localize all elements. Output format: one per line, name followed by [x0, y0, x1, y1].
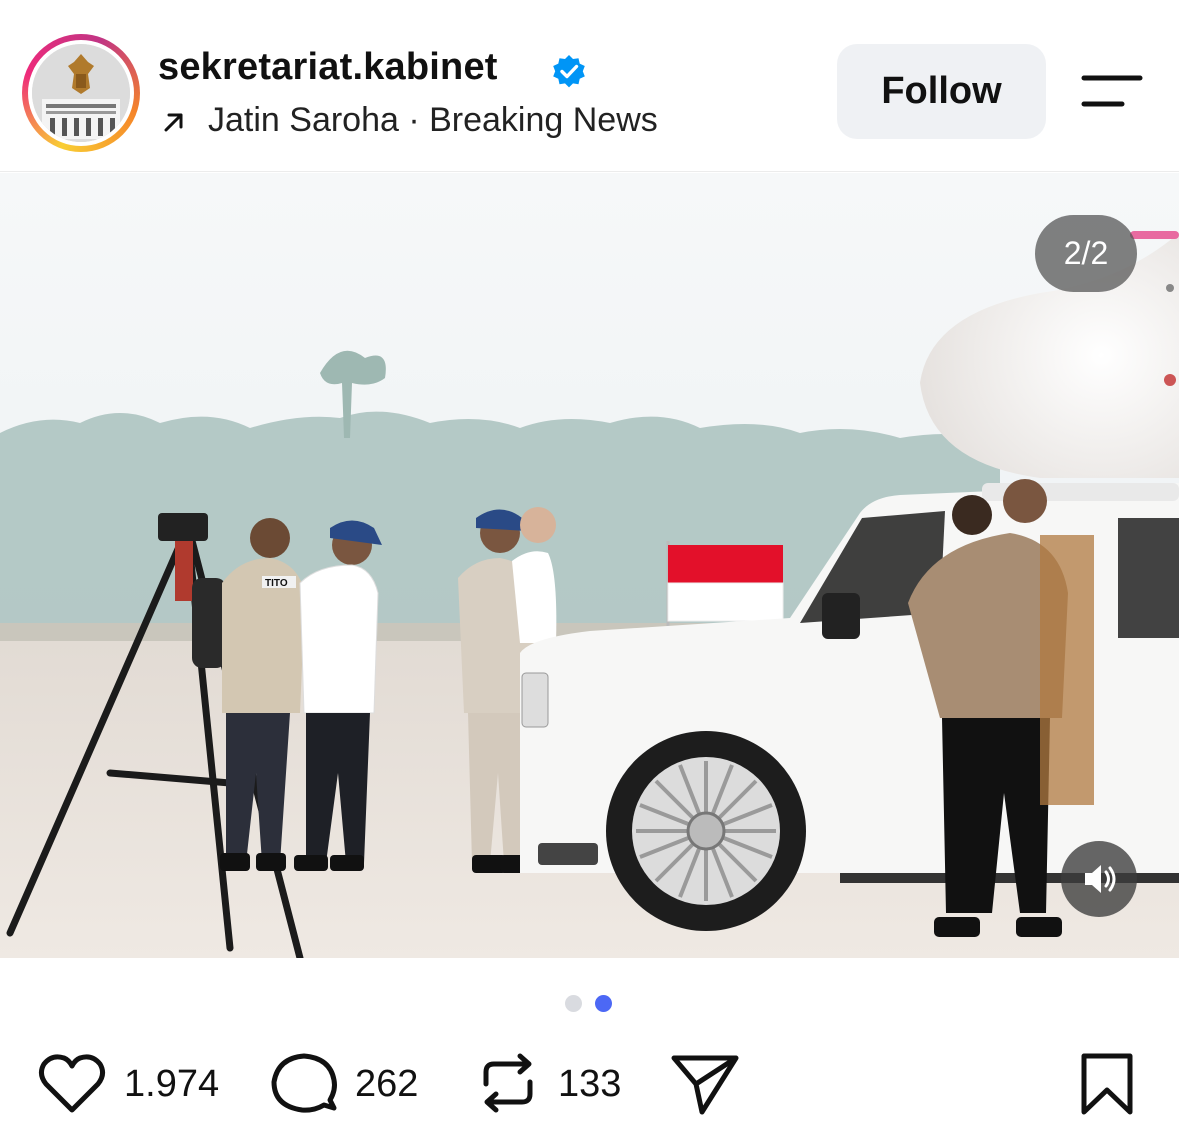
menu-icon[interactable]: [1080, 72, 1144, 112]
repost-icon[interactable]: [472, 1050, 544, 1116]
svg-text:TITO: TITO: [265, 578, 288, 589]
heart-icon[interactable]: [36, 1050, 108, 1116]
follow-button[interactable]: Follow: [837, 44, 1046, 139]
image-counter: 2/2: [1035, 215, 1137, 292]
username[interactable]: sekretariat.kabinet: [158, 46, 498, 89]
like-count[interactable]: 1.974: [124, 1063, 219, 1106]
repost-count[interactable]: 133: [558, 1063, 621, 1106]
verified-badge-icon: [553, 55, 585, 88]
comment-count[interactable]: 262: [355, 1063, 418, 1106]
carousel-indicator: [565, 995, 615, 1013]
comment-icon[interactable]: [268, 1050, 340, 1116]
action-bar: 1.974 262 133: [0, 1040, 1179, 1122]
carousel-dot-1[interactable]: [565, 995, 582, 1012]
sound-button[interactable]: [1061, 841, 1137, 917]
audio-attribution[interactable]: Jatin Saroha · Breaking News: [208, 101, 658, 140]
arrow-up-right-icon: [164, 113, 183, 132]
speaker-icon: [1085, 865, 1116, 893]
send-icon[interactable]: [668, 1050, 740, 1116]
avatar[interactable]: [32, 44, 130, 142]
carousel-dot-2-active[interactable]: [595, 995, 612, 1012]
bookmark-icon[interactable]: [1072, 1050, 1142, 1116]
post-header: sekretariat.kabinet Jatin Saroha · Break…: [0, 0, 1179, 172]
story-ring[interactable]: [22, 34, 140, 152]
post-photo: TITO: [0, 173, 1179, 958]
post-media[interactable]: TITO 2/2: [0, 173, 1179, 958]
avatar-image: [32, 44, 130, 142]
